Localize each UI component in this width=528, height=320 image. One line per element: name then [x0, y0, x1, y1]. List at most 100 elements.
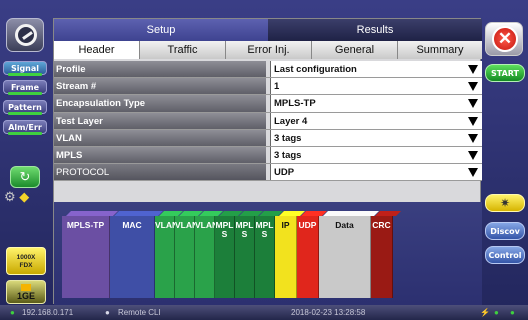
warning-icon[interactable]: ◆: [19, 189, 29, 204]
vlan-select[interactable]: 3 tags: [270, 129, 482, 146]
tab-signal[interactable]: Signal: [3, 61, 47, 76]
row-stream: Stream # 1: [54, 78, 482, 96]
left-rail: Signal Frame Pattern Alm/Err ↻ ⚙ ◆ 1000X…: [0, 0, 52, 305]
block-label: MPL S: [235, 220, 254, 239]
protocol-block-udp: UDP: [297, 211, 327, 298]
tab-alm-err-label: Alm/Err: [8, 123, 42, 132]
profile-label: Profile: [54, 61, 266, 78]
app-frame: Signal Frame Pattern Alm/Err ↻ ⚙ ◆ 1000X…: [0, 0, 528, 320]
block-top-face: [375, 211, 401, 216]
start-button[interactable]: START: [485, 64, 525, 82]
battery-icon: ⚡: [480, 308, 490, 317]
row-test-layer: Test Layer Layer 4: [54, 112, 482, 130]
tab-pattern[interactable]: Pattern: [3, 100, 47, 115]
block-label: MPL S: [255, 220, 274, 239]
stream-select[interactable]: 1: [270, 78, 482, 95]
dropdown-arrow-icon: [468, 133, 478, 143]
block-label: MPL S: [215, 220, 234, 239]
tab-setup[interactable]: Setup: [54, 19, 268, 41]
test-layer-select[interactable]: Layer 4: [270, 112, 482, 129]
ip-address: 192.168.0.171: [22, 308, 74, 317]
link-rate-label: 1000X FDX: [16, 254, 36, 269]
tab-error-inj[interactable]: Error Inj.: [226, 41, 312, 59]
control-button[interactable]: Control: [485, 246, 525, 264]
protocol-block-mpls-tp: MPLS-TP: [62, 211, 118, 298]
close-button[interactable]: ✕: [485, 22, 523, 56]
tab-frame-label: Frame: [10, 83, 40, 92]
tab-summary[interactable]: Summary: [398, 41, 482, 59]
tab-alm-err[interactable]: Alm/Err: [3, 120, 47, 135]
protocol-value: UDP: [274, 167, 295, 179]
history-icon: ↻: [19, 169, 31, 184]
home-button[interactable]: [6, 18, 44, 52]
top-tabs: Setup Results: [54, 19, 482, 41]
vlan-value: 3 tags: [274, 132, 302, 144]
mpls-label: MPLS: [54, 146, 266, 164]
protocol-block-mpl-s: MPL S: [235, 211, 263, 298]
brightness-button[interactable]: ✷: [485, 194, 525, 212]
port-button[interactable]: 1GE: [6, 280, 46, 304]
dropdown-arrow-icon: [468, 65, 478, 74]
alm-err-led: [8, 132, 42, 135]
protocol-label: PROTOCOL: [54, 164, 266, 181]
block-label: MAC: [122, 220, 142, 230]
frame-led: [8, 92, 42, 95]
dropdown-arrow-icon: [468, 82, 478, 92]
encapsulation-value: MPLS-TP: [274, 98, 316, 110]
link-status-icon: ●: [510, 308, 515, 317]
encapsulation-label: Encapsulation Type: [54, 95, 266, 112]
remote-icon: ●: [105, 308, 110, 317]
tab-header[interactable]: Header: [54, 41, 140, 59]
protocol-block-vlan: VLAN: [175, 211, 203, 298]
sun-icon: ✷: [499, 196, 511, 210]
signal-led: [8, 73, 42, 76]
sub-tabs: Header Traffic Error Inj. General Summar…: [54, 41, 482, 59]
block-label: CRC: [372, 220, 391, 230]
block-label: Data: [335, 220, 354, 230]
discover-button[interactable]: Discov: [485, 222, 525, 240]
stream-value: 1: [274, 81, 280, 93]
mpls-value: 3 tags: [274, 149, 302, 161]
mpls-select[interactable]: 3 tags: [270, 146, 482, 164]
tab-traffic[interactable]: Traffic: [140, 41, 226, 59]
history-button[interactable]: ↻: [10, 166, 40, 188]
tab-signal-label: Signal: [10, 64, 40, 73]
frame-diagram: MPLS-TP MAC VLAN VLAN VLAN MPL S MPL S MPL S IP U…: [54, 202, 482, 305]
protocol-select[interactable]: UDP: [270, 164, 482, 181]
stream-label: Stream #: [54, 78, 266, 95]
network-icon: ●: [10, 308, 15, 317]
protocol-block-vlan: VLAN: [195, 211, 223, 298]
protocol-block-ip: IP: [275, 211, 305, 298]
row-vlan: VLAN 3 tags: [54, 129, 482, 147]
row-protocol: PROTOCOL UDP: [54, 164, 482, 182]
protocol-block-crc: CRC: [371, 211, 401, 298]
protocol-block-mac: MAC: [110, 211, 163, 298]
settings-icon[interactable]: ⚙: [4, 189, 16, 204]
dropdown-arrow-icon: [468, 150, 478, 160]
port-icon: [21, 284, 31, 291]
port-label: 1GE: [16, 291, 35, 301]
remote-cli: Remote CLI: [118, 308, 161, 317]
link-rate-button[interactable]: 1000X FDX: [6, 247, 46, 275]
row-profile: Profile Last configuration: [54, 61, 482, 79]
home-icon: [15, 24, 37, 46]
block-label: MPLS-TP: [66, 220, 105, 230]
test-layer-label: Test Layer: [54, 112, 266, 129]
vlan-label: VLAN: [54, 129, 266, 146]
tab-general[interactable]: General: [312, 41, 398, 59]
encapsulation-select[interactable]: MPLS-TP: [270, 95, 482, 112]
dropdown-arrow-icon: [468, 116, 478, 126]
status-bar: ● 192.168.0.171 ● Remote CLI 2018-02-23 …: [0, 305, 528, 320]
tab-results[interactable]: Results: [268, 19, 482, 41]
row-mpls: MPLS 3 tags: [54, 146, 482, 165]
tab-frame[interactable]: Frame: [3, 80, 47, 95]
pattern-led: [8, 112, 42, 115]
profile-select[interactable]: Last configuration: [270, 61, 482, 78]
dropdown-arrow-icon: [468, 168, 478, 178]
dropdown-arrow-icon: [468, 99, 478, 109]
profile-value: Last configuration: [274, 64, 357, 75]
signal-status-icon: ●: [494, 308, 499, 317]
close-icon: ✕: [492, 26, 518, 52]
block-label: UDP: [298, 220, 317, 230]
protocol-block-data: Data: [319, 211, 379, 298]
